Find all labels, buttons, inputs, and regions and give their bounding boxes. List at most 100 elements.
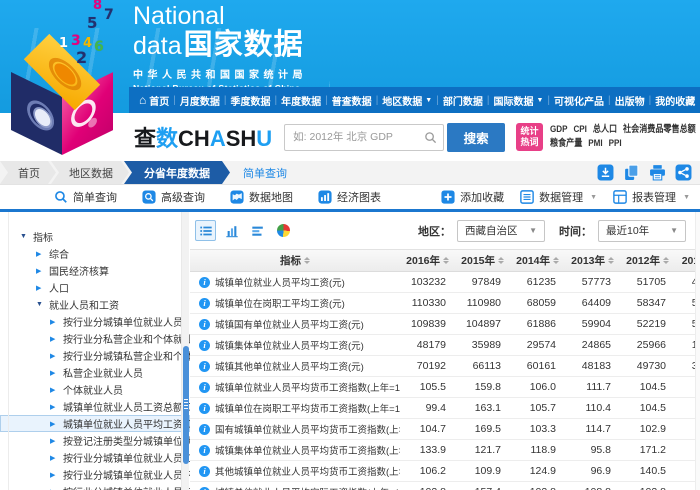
nav-item[interactable]: ⌂普查数据▼ (332, 93, 383, 108)
breadcrumb-tab[interactable]: 简单查询 (225, 161, 303, 184)
nav-item[interactable]: ⌂年度数据▼ (281, 93, 332, 108)
tree-item[interactable]: 按登记注册类型分城镇单位就业人员工资 (0, 432, 190, 449)
tree-item[interactable]: 按行业分城镇单位就业人员工资总额 (0, 449, 190, 466)
hbar-chart-view-icon[interactable] (247, 220, 268, 241)
tree-toggle-icon[interactable] (20, 233, 29, 240)
info-icon[interactable]: i (199, 445, 210, 456)
hot-word-link[interactable]: 总人口 (593, 123, 617, 137)
data-manage-button[interactable]: 数据管理 ▼ (520, 189, 597, 205)
info-icon[interactable]: i (199, 382, 210, 393)
region-select[interactable]: 西藏自治区 ▼ (457, 220, 545, 242)
add-favorite-button[interactable]: 添加收藏 (441, 189, 504, 205)
sort-icon[interactable] (304, 257, 310, 264)
sort-icon[interactable] (663, 257, 669, 264)
tree-toggle-icon[interactable] (36, 301, 45, 308)
tree-toggle-icon[interactable] (50, 335, 59, 343)
info-icon[interactable]: i (199, 424, 210, 435)
tree-item[interactable]: 国民经济核算 (0, 262, 190, 279)
hot-word-link[interactable]: GDP (550, 123, 568, 137)
tree-toggle-icon[interactable] (50, 437, 59, 445)
tree-item[interactable]: 按行业分城镇单位就业人员平均实际工资 (0, 483, 190, 490)
hot-word-link[interactable]: CPI (573, 123, 586, 137)
sort-icon[interactable] (498, 257, 504, 264)
hot-word-link[interactable]: 社会消费品零售总额 (623, 123, 696, 137)
report-manage-button[interactable]: 报表管理 ▼ (613, 189, 690, 205)
copy-icon[interactable] (623, 164, 640, 181)
year-column-header[interactable]: 2014年 (510, 253, 565, 268)
sort-icon[interactable] (608, 257, 614, 264)
hot-word-link[interactable]: PMI (588, 137, 602, 151)
sort-icon[interactable] (443, 257, 449, 264)
tree-toggle-icon[interactable] (50, 454, 59, 462)
info-icon[interactable]: i (199, 466, 210, 477)
tree-toggle-icon[interactable] (50, 369, 59, 377)
search-button[interactable]: 搜索 (447, 123, 505, 152)
tree-item[interactable]: 个体就业人员 (0, 381, 190, 398)
tree-item[interactable]: 私营企业就业人员 (0, 364, 190, 381)
hot-word-link[interactable]: PPI (609, 137, 622, 151)
nav-item[interactable]: ⌂出版物▼ (615, 93, 656, 108)
nav-item[interactable]: ⌂可视化产品▼ (554, 93, 615, 108)
tree-item[interactable]: 人口 (0, 279, 190, 296)
sidebar-scrollbar-track[interactable] (181, 212, 189, 490)
pie-chart-view-icon[interactable] (273, 220, 294, 241)
econ-chart-button[interactable]: 经济图表 (318, 189, 381, 205)
tree-item[interactable]: 按行业分城镇私营企业和个体就业人员 (0, 347, 190, 364)
nav-item[interactable]: ⌂我的收藏▼ (655, 93, 700, 108)
table-view-icon[interactable] (195, 220, 216, 241)
tree-item[interactable]: 按行业分城镇单位就业人员 (0, 313, 190, 330)
info-icon[interactable]: i (199, 319, 210, 330)
hot-word-link[interactable]: 粮食产量 (550, 137, 582, 151)
tree-item[interactable]: 按行业分城镇单位就业人员平均工资 (0, 466, 190, 483)
tree-toggle-icon[interactable] (36, 284, 45, 292)
indicator-column-header[interactable]: 指标 (190, 253, 400, 268)
tree-item[interactable]: 按行业分私营企业和个体就业人员 (0, 330, 190, 347)
tree-toggle-icon[interactable] (50, 471, 59, 479)
tree-item[interactable]: 就业人员和工资 (0, 296, 190, 313)
info-icon[interactable]: i (199, 340, 210, 351)
data-map-button[interactable]: 数据地图 (230, 189, 293, 205)
sidebar-scrollbar-thumb[interactable] (183, 346, 189, 464)
print-icon[interactable] (649, 164, 666, 181)
tree-toggle-icon[interactable] (36, 267, 45, 275)
nav-item[interactable]: ⌂部门数据▼ (443, 93, 494, 108)
tree-toggle-icon[interactable] (50, 386, 59, 394)
info-icon[interactable]: i (199, 361, 210, 372)
time-select[interactable]: 最近10年 ▼ (598, 220, 686, 242)
nav-item[interactable]: ⌂首页▼ (139, 93, 180, 108)
breadcrumb-tab[interactable]: 分省年度数据 (124, 161, 230, 184)
tree-toggle-icon[interactable] (50, 318, 59, 326)
year-column-header[interactable]: 2015年 (455, 253, 510, 268)
tree-item[interactable]: 城镇单位就业人员平均工资和指数 (0, 415, 190, 432)
search-input[interactable] (284, 124, 444, 151)
download-icon[interactable] (597, 164, 614, 181)
tree-toggle-icon[interactable] (50, 420, 59, 428)
tree-toggle-icon[interactable] (50, 403, 59, 411)
breadcrumb-tab[interactable]: 地区数据 (51, 161, 129, 184)
advanced-query-button[interactable]: 高级查询 (142, 189, 205, 205)
breadcrumb-tab[interactable]: 首页 (0, 161, 56, 184)
info-icon[interactable]: i (199, 487, 210, 490)
chashu-logo-part: SH (226, 126, 257, 151)
tree-item[interactable]: 指标 (0, 228, 190, 245)
nav-item[interactable]: ⌂国际数据▼ (493, 93, 554, 108)
tree-toggle-icon[interactable] (50, 352, 59, 360)
bar-chart-view-icon[interactable] (221, 220, 242, 241)
tree-toggle-icon[interactable] (36, 250, 45, 258)
year-column-header[interactable]: 2012年 (620, 253, 675, 268)
value-cell: 159.8 (455, 381, 510, 393)
tree-item[interactable]: 综合 (0, 245, 190, 262)
sort-icon[interactable] (553, 257, 559, 264)
page-scrollbar-track[interactable] (695, 212, 700, 490)
nav-item[interactable]: ⌂地区数据▼ (382, 93, 443, 108)
nav-item[interactable]: ⌂季度数据▼ (230, 93, 281, 108)
info-icon[interactable]: i (199, 277, 210, 288)
year-column-header[interactable]: 2013年 (565, 253, 620, 268)
year-column-header[interactable]: 2016年 (400, 253, 455, 268)
tree-item[interactable]: 城镇单位就业人员工资总额和指数 (0, 398, 190, 415)
info-icon[interactable]: i (199, 403, 210, 414)
share-icon[interactable] (675, 164, 692, 181)
info-icon[interactable]: i (199, 298, 210, 309)
nav-item[interactable]: ⌂月度数据▼ (180, 93, 231, 108)
simple-query-button[interactable]: 简单查询 (54, 189, 117, 205)
